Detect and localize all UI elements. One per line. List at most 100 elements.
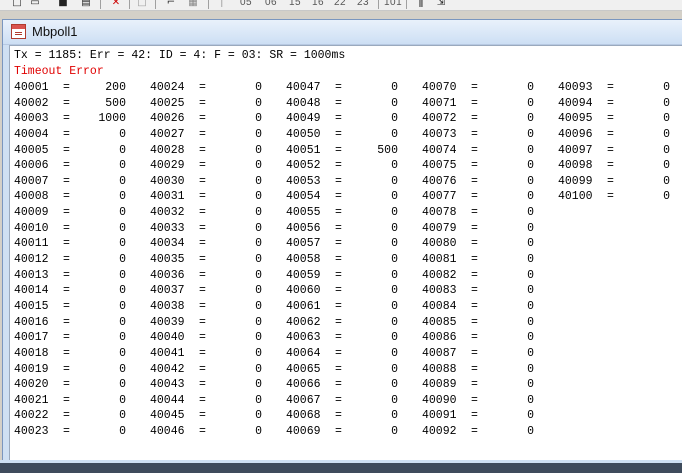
register-row[interactable]: 40057 = 0 xyxy=(286,237,422,253)
register-row[interactable]: 40088 = 0 xyxy=(422,363,558,379)
register-row[interactable]: 40054 = 0 xyxy=(286,190,422,206)
rtu-icon[interactable]: ǁ xyxy=(416,0,426,9)
register-row[interactable]: 40097 = 0 xyxy=(558,144,682,160)
register-row[interactable]: 40065 = 0 xyxy=(286,363,422,379)
function-code-06-button[interactable]: 06 xyxy=(265,0,277,9)
register-row[interactable]: 40019 = 0 xyxy=(14,363,150,379)
register-row[interactable]: 40100 = 0 xyxy=(558,190,682,206)
register-row[interactable]: 40099 = 0 xyxy=(558,175,682,191)
function-code-23-button[interactable]: 23 xyxy=(357,0,369,9)
register-row[interactable]: 40027 = 0 xyxy=(150,128,286,144)
register-row[interactable]: 40086 = 0 xyxy=(422,331,558,347)
register-row[interactable]: 40033 = 0 xyxy=(150,222,286,238)
register-row[interactable]: 40095 = 0 xyxy=(558,112,682,128)
register-row[interactable]: 40012 = 0 xyxy=(14,253,150,269)
register-row[interactable]: 40060 = 0 xyxy=(286,284,422,300)
register-row[interactable]: 40037 = 0 xyxy=(150,284,286,300)
function-code-15-button[interactable]: 15 xyxy=(289,0,301,9)
register-row[interactable]: 40016 = 0 xyxy=(14,316,150,332)
register-row[interactable]: 40026 = 0 xyxy=(150,112,286,128)
read-write-icon[interactable]: ▦ xyxy=(186,0,200,9)
register-row[interactable]: 40038 = 0 xyxy=(150,300,286,316)
register-row[interactable]: 40053 = 0 xyxy=(286,175,422,191)
register-row[interactable]: 40063 = 0 xyxy=(286,331,422,347)
register-row[interactable]: 40048 = 0 xyxy=(286,97,422,113)
register-row[interactable]: 40078 = 0 xyxy=(422,206,558,222)
function-code-22-button[interactable]: 22 xyxy=(334,0,346,9)
register-row[interactable]: 40098 = 0 xyxy=(558,159,682,175)
register-row[interactable]: 40077 = 0 xyxy=(422,190,558,206)
register-row[interactable]: 40004 = 0 xyxy=(14,128,150,144)
register-row[interactable]: 40017 = 0 xyxy=(14,331,150,347)
register-row[interactable]: 40068 = 0 xyxy=(286,409,422,425)
register-row[interactable]: 40008 = 0 xyxy=(14,190,150,206)
new-file-icon[interactable]: □ xyxy=(12,0,22,9)
register-row[interactable]: 40024 = 0 xyxy=(150,81,286,97)
register-row[interactable]: 40075 = 0 xyxy=(422,159,558,175)
register-row[interactable]: 40007 = 0 xyxy=(14,175,150,191)
register-row[interactable]: 40052 = 0 xyxy=(286,159,422,175)
register-row[interactable]: 40020 = 0 xyxy=(14,378,150,394)
register-row[interactable]: 40022 = 0 xyxy=(14,409,150,425)
register-row[interactable]: 40062 = 0 xyxy=(286,316,422,332)
register-row[interactable]: 40006 = 0 xyxy=(14,159,150,175)
register-row[interactable]: 40096 = 0 xyxy=(558,128,682,144)
register-row[interactable]: 40061 = 0 xyxy=(286,300,422,316)
register-row[interactable]: 40039 = 0 xyxy=(150,316,286,332)
register-row[interactable]: 40056 = 0 xyxy=(286,222,422,238)
register-row[interactable]: 40067 = 0 xyxy=(286,394,422,410)
register-row[interactable]: 40035 = 0 xyxy=(150,253,286,269)
register-row[interactable]: 40046 = 0 xyxy=(150,425,286,441)
register-row[interactable]: 40058 = 0 xyxy=(286,253,422,269)
register-row[interactable]: 40082 = 0 xyxy=(422,269,558,285)
register-row[interactable]: 40074 = 0 xyxy=(422,144,558,160)
register-row[interactable]: 40009 = 0 xyxy=(14,206,150,222)
register-row[interactable]: 40090 = 0 xyxy=(422,394,558,410)
register-row[interactable]: 40094 = 0 xyxy=(558,97,682,113)
register-row[interactable]: 40021 = 0 xyxy=(14,394,150,410)
register-row[interactable]: 40001 = 200 xyxy=(14,81,150,97)
register-row[interactable]: 40093 = 0 xyxy=(558,81,682,97)
register-row[interactable]: 40070 = 0 xyxy=(422,81,558,97)
register-row[interactable]: 40005 = 0 xyxy=(14,144,150,160)
register-row[interactable]: 40089 = 0 xyxy=(422,378,558,394)
register-row[interactable]: 40010 = 0 xyxy=(14,222,150,238)
connect-icon[interactable]: ⌐ xyxy=(164,0,178,9)
register-row[interactable]: 40028 = 0 xyxy=(150,144,286,160)
open-folder-icon[interactable]: ▭ xyxy=(30,0,40,9)
register-row[interactable]: 40044 = 0 xyxy=(150,394,286,410)
register-row[interactable]: 40013 = 0 xyxy=(14,269,150,285)
register-row[interactable]: 40014 = 0 xyxy=(14,284,150,300)
register-row[interactable]: 40051 = 500 xyxy=(286,144,422,160)
register-row[interactable]: 40032 = 0 xyxy=(150,206,286,222)
register-row[interactable]: 40087 = 0 xyxy=(422,347,558,363)
tcp-icon[interactable]: ⇲ xyxy=(434,0,448,9)
register-row[interactable]: 40080 = 0 xyxy=(422,237,558,253)
register-row[interactable]: 40042 = 0 xyxy=(150,363,286,379)
register-row[interactable]: 40092 = 0 xyxy=(422,425,558,441)
register-row[interactable]: 40084 = 0 xyxy=(422,300,558,316)
register-row[interactable]: 40018 = 0 xyxy=(14,347,150,363)
register-row[interactable]: 40059 = 0 xyxy=(286,269,422,285)
function-code-05-button[interactable]: 05 xyxy=(240,0,252,9)
register-row[interactable]: 40023 = 0 xyxy=(14,425,150,441)
register-row[interactable]: 40064 = 0 xyxy=(286,347,422,363)
save-icon[interactable]: ■ xyxy=(58,0,68,9)
register-row[interactable]: 40029 = 0 xyxy=(150,159,286,175)
blank-document-icon[interactable]: □ xyxy=(136,0,148,9)
register-row[interactable]: 40085 = 0 xyxy=(422,316,558,332)
register-row[interactable]: 40091 = 0 xyxy=(422,409,558,425)
register-row[interactable]: 40002 = 500 xyxy=(14,97,150,113)
print-icon[interactable]: ▤ xyxy=(80,0,92,9)
register-row[interactable]: 40034 = 0 xyxy=(150,237,286,253)
register-row[interactable]: 40081 = 0 xyxy=(422,253,558,269)
register-row[interactable]: 40025 = 0 xyxy=(150,97,286,113)
register-row[interactable]: 40066 = 0 xyxy=(286,378,422,394)
register-row[interactable]: 40055 = 0 xyxy=(286,206,422,222)
register-row[interactable]: 40041 = 0 xyxy=(150,347,286,363)
register-row[interactable]: 40072 = 0 xyxy=(422,112,558,128)
register-view[interactable]: Tx = 1185: Err = 42: ID = 4: F = 03: SR … xyxy=(9,45,682,462)
register-row[interactable]: 40030 = 0 xyxy=(150,175,286,191)
register-row[interactable]: 40076 = 0 xyxy=(422,175,558,191)
register-row[interactable]: 40071 = 0 xyxy=(422,97,558,113)
